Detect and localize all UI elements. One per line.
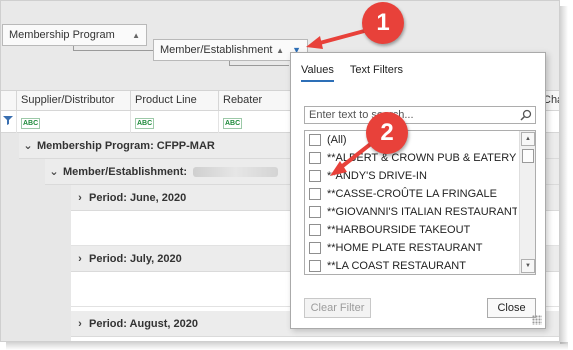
callout-badge-2: 2 xyxy=(366,112,408,154)
callout-arrow-1 xyxy=(314,28,370,46)
callout-number: 1 xyxy=(376,9,390,36)
callout-arrowhead-1 xyxy=(306,36,323,49)
callout-badge-1: 1 xyxy=(362,2,404,44)
callout-number: 2 xyxy=(380,119,394,146)
annotation-overlay xyxy=(306,28,379,176)
